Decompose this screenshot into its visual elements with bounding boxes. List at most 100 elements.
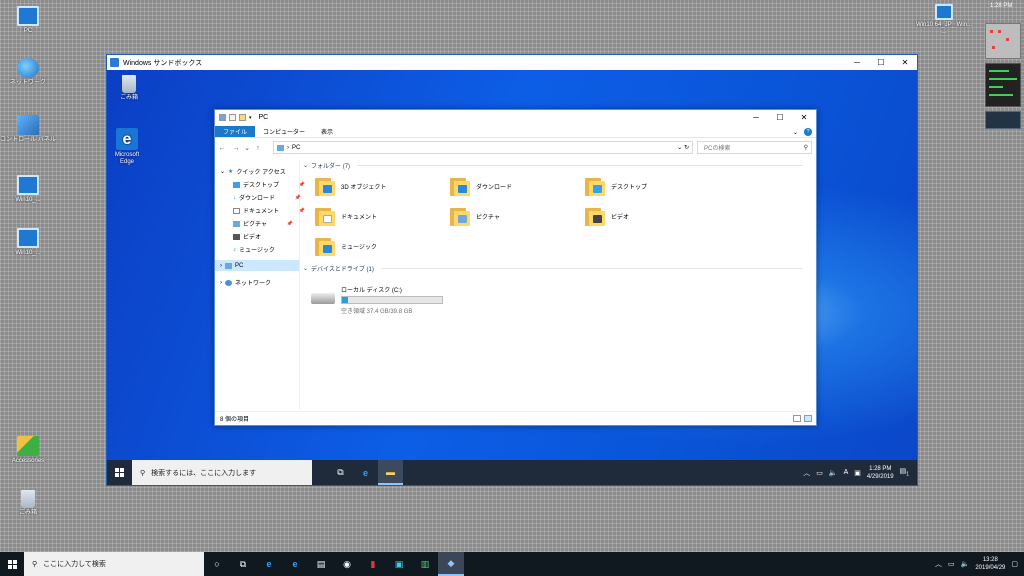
network-icon[interactable]: ▭ <box>948 560 955 568</box>
search-input[interactable]: PCの検索 ⚲ <box>697 141 812 154</box>
folder-music[interactable]: ミュージック <box>315 236 377 256</box>
tab-computer[interactable]: コンピューター <box>255 126 313 137</box>
qat-dropdown-icon[interactable]: ▾ <box>249 115 252 121</box>
cortana-button[interactable]: ○ <box>204 552 230 576</box>
nav-downloads[interactable]: ↓ ダウンロード 📌 <box>233 192 301 203</box>
properties-icon[interactable] <box>229 114 236 121</box>
sandbox-icon-edge[interactable]: e Microsoft Edge <box>107 128 147 166</box>
windows-logo-icon <box>7 559 17 569</box>
drives-section-header[interactable]: ⌄ デバイスとドライブ (1) <box>303 264 803 273</box>
folder-videos[interactable]: ビデオ <box>585 206 629 226</box>
task-view-button[interactable]: ⧉ <box>230 552 256 576</box>
desktop-icon-win10-1[interactable]: Win10_... <box>0 175 56 204</box>
sandbox-titlebar[interactable]: Windows サンドボックス ─ ☐ ✕ <box>107 55 917 70</box>
ime-indicator[interactable]: A <box>844 469 849 476</box>
search-icon: ⚲ <box>803 145 808 151</box>
start-button[interactable] <box>107 460 132 485</box>
volume-icon[interactable]: 🔈 <box>829 469 838 477</box>
taskbar-store-button[interactable]: ▤ <box>308 552 334 576</box>
nav-pc[interactable]: › PC <box>215 260 299 271</box>
task-view-button[interactable]: ⧉ <box>328 460 353 485</box>
desktop-icon-pc[interactable]: PC <box>0 6 56 35</box>
nav-network[interactable]: › ネットワーク <box>220 277 271 288</box>
help-icon[interactable]: ? <box>804 128 812 136</box>
folder-pictures[interactable]: ピクチャ <box>450 206 500 226</box>
address-bar[interactable]: › PC ⌄ ↻ <box>273 141 693 154</box>
folder-documents[interactable]: ドキュメント <box>315 206 377 226</box>
explorer-maximize-button[interactable]: ☐ <box>768 110 792 125</box>
chevron-down-icon: ⌄ <box>303 163 309 169</box>
taskbar-app2-button[interactable]: ▣ <box>386 552 412 576</box>
sandbox-icon-recycle-bin[interactable]: ごみ箱 <box>109 75 149 102</box>
ribbon-tabs: ファイル コンピューター 表示 <box>215 126 816 138</box>
taskbar-edge-button[interactable]: e <box>256 552 282 576</box>
nav-desktop[interactable]: デスクトップ 📌 <box>233 179 305 190</box>
app-icon: ▥ <box>420 558 430 569</box>
drive-c[interactable]: ローカル ディスク (C:) 空き領域 37.4 GB/39.8 GB <box>311 285 443 315</box>
refresh-icon[interactable]: ⌄ ↻ <box>677 144 689 151</box>
tab-file[interactable]: ファイル <box>215 126 256 137</box>
desktop-icon-recycle-bin[interactable]: ごみ箱 <box>0 490 56 517</box>
nav-videos[interactable]: ビデオ <box>233 231 261 242</box>
sandbox-clock[interactable]: 1:28 PM 4/29/2019 <box>867 465 894 481</box>
nav-documents[interactable]: ドキュメント 📌 <box>233 205 305 216</box>
tab-view[interactable]: 表示 <box>313 126 341 137</box>
folder-downloads[interactable]: ダウンロード <box>450 176 512 196</box>
host-search-box[interactable]: ⚲ ここに入力して検索 <box>24 552 204 576</box>
notification-button[interactable]: ▢ <box>1011 560 1018 568</box>
tray-chevron-up-icon[interactable]: ︿ <box>803 468 810 478</box>
notification-button[interactable]: ▤1 <box>900 467 909 477</box>
host-search-placeholder: ここに入力して検索 <box>43 561 106 568</box>
taskbar-tool-button[interactable]: ▮ <box>360 552 386 576</box>
recent-dropdown-icon[interactable]: ⌄ <box>243 144 251 152</box>
network-icon[interactable]: ▭ <box>816 469 823 477</box>
explorer-titlebar[interactable]: ▾ PC ─ ☐ ✕ <box>215 110 816 125</box>
folder-3d-objects[interactable]: 3D オブジェクト <box>315 176 386 196</box>
taskbar-app3-button[interactable]: ▥ <box>412 552 438 576</box>
new-folder-icon[interactable] <box>239 114 246 121</box>
desktop-icon-win10-2[interactable]: Win10_... <box>0 228 56 257</box>
volume-icon[interactable]: 🔈 <box>961 560 970 568</box>
expand-ribbon-icon[interactable]: ⌄ <box>793 129 798 136</box>
desktop-icon-vm[interactable]: Win10 64_JP_ Win... ... <box>915 4 973 36</box>
pc-icon <box>225 262 232 269</box>
up-button[interactable]: ↑ <box>251 145 265 152</box>
host-start-button[interactable] <box>0 552 24 576</box>
explorer-close-button[interactable]: ✕ <box>792 110 816 125</box>
desktop-icon-accessories[interactable]: Accessories <box>0 436 56 465</box>
sandbox-search-box[interactable]: ⚲ 検索するには、ここに入力します <box>132 460 312 485</box>
details-view-icon[interactable] <box>793 415 801 422</box>
recycle-bin-icon <box>122 75 136 93</box>
pin-icon[interactable]: 📌 <box>295 195 301 201</box>
taskbar-edge-dev-button[interactable]: e <box>282 552 308 576</box>
desktop-icon-control-panel[interactable]: コントロール パネル <box>0 115 56 144</box>
taskbar-explorer-button[interactable]: ▬ <box>378 460 403 485</box>
nav-quick-access[interactable]: ⌄ ★ クイック アクセス <box>220 166 286 177</box>
ime-mode-icon[interactable]: ▣ <box>854 469 861 477</box>
close-button[interactable]: ✕ <box>893 55 917 70</box>
taskbar-sandbox-button[interactable]: ◆ <box>438 552 464 576</box>
download-icon <box>458 185 467 193</box>
chevron-down-icon: ⌄ <box>303 266 309 272</box>
taskbar-app-button[interactable]: ◉ <box>334 552 360 576</box>
folder-desktop[interactable]: デスクトップ <box>585 176 647 196</box>
folders-section-header[interactable]: ⌄ フォルダー (7) <box>303 161 803 170</box>
search-icon: ⚲ <box>32 561 38 568</box>
explorer-minimize-button[interactable]: ─ <box>744 110 768 125</box>
forward-button[interactable]: → <box>229 145 243 152</box>
taskbar-edge-button[interactable]: e <box>353 460 378 485</box>
maximize-button[interactable]: ☐ <box>869 55 893 70</box>
back-button[interactable]: ← <box>215 145 229 152</box>
pin-icon[interactable]: 📌 <box>287 221 293 227</box>
large-icons-view-icon[interactable] <box>804 415 812 422</box>
folder-icon <box>315 206 335 226</box>
tray-chevron-up-icon[interactable]: ︿ <box>935 559 942 569</box>
minimize-button[interactable]: ─ <box>845 55 869 70</box>
chevron-right-icon: › <box>220 262 222 269</box>
nav-pictures[interactable]: ピクチャ 📌 <box>233 218 293 229</box>
desktop-icon-label: Accessories <box>11 458 45 464</box>
nav-label: ミュージック <box>239 248 275 254</box>
desktop-icon-network[interactable]: ネットワーク <box>0 58 56 87</box>
nav-music[interactable]: ♪ ミュージック <box>233 244 275 255</box>
host-clock[interactable]: 13:28 2019/04/29 <box>975 556 1005 572</box>
